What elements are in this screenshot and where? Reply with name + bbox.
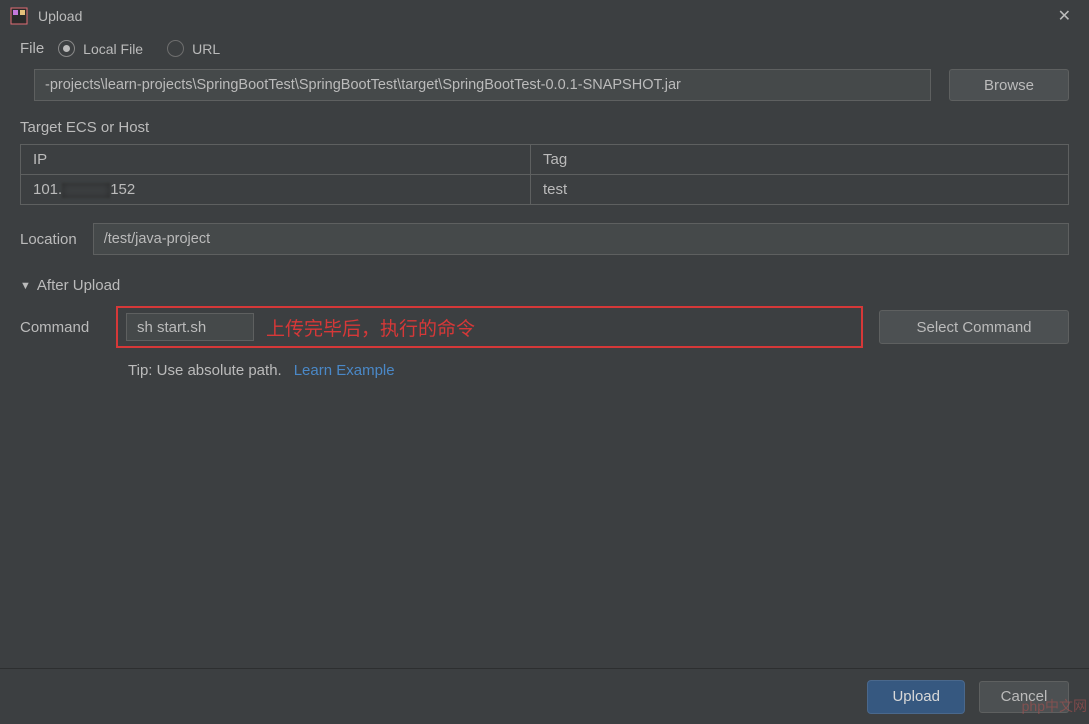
location-input[interactable] <box>93 223 1069 255</box>
radio-url[interactable]: URL <box>167 40 220 57</box>
select-command-button[interactable]: Select Command <box>879 310 1069 344</box>
file-label: File <box>20 40 44 57</box>
command-label: Command <box>20 319 100 336</box>
target-table: IP Tag 101.152 test <box>20 144 1069 205</box>
annotation-text: 上传完毕后，执行的命令 <box>266 314 475 341</box>
redacted-ip <box>62 183 110 198</box>
radio-local-label: Local File <box>83 41 143 57</box>
radio-local-file[interactable]: Local File <box>58 40 143 57</box>
after-upload-label: After Upload <box>37 277 120 294</box>
dialog-footer: Upload Cancel php中文网 <box>0 668 1089 724</box>
col-header-ip: IP <box>21 145 531 174</box>
upload-button[interactable]: Upload <box>867 680 965 714</box>
command-highlight-box: 上传完毕后，执行的命令 <box>116 306 863 348</box>
dialog-title: Upload <box>38 8 1050 24</box>
cell-ip: 101.152 <box>21 175 531 204</box>
caret-down-icon: ▼ <box>20 280 31 292</box>
close-icon[interactable]: ✕ <box>1050 2 1079 30</box>
after-upload-toggle[interactable]: ▼ After Upload <box>20 277 1069 294</box>
target-label: Target ECS or Host <box>20 119 1069 136</box>
cell-tag: test <box>531 175 1068 204</box>
radio-selected-icon <box>58 40 75 57</box>
browse-button[interactable]: Browse <box>949 69 1069 101</box>
learn-example-link[interactable]: Learn Example <box>294 362 395 379</box>
radio-unselected-icon <box>167 40 184 57</box>
cancel-button[interactable]: Cancel <box>979 681 1069 713</box>
file-path-input[interactable] <box>34 69 931 101</box>
app-icon <box>10 7 28 25</box>
command-input[interactable] <box>126 313 254 341</box>
table-row[interactable]: 101.152 test <box>21 175 1068 204</box>
col-header-tag: Tag <box>531 145 1068 174</box>
tip-text: Tip: Use absolute path. <box>128 362 282 379</box>
file-source-row: File Local File URL <box>20 40 1069 57</box>
location-label: Location <box>20 231 77 248</box>
radio-url-label: URL <box>192 41 220 57</box>
titlebar: Upload ✕ <box>0 0 1089 32</box>
